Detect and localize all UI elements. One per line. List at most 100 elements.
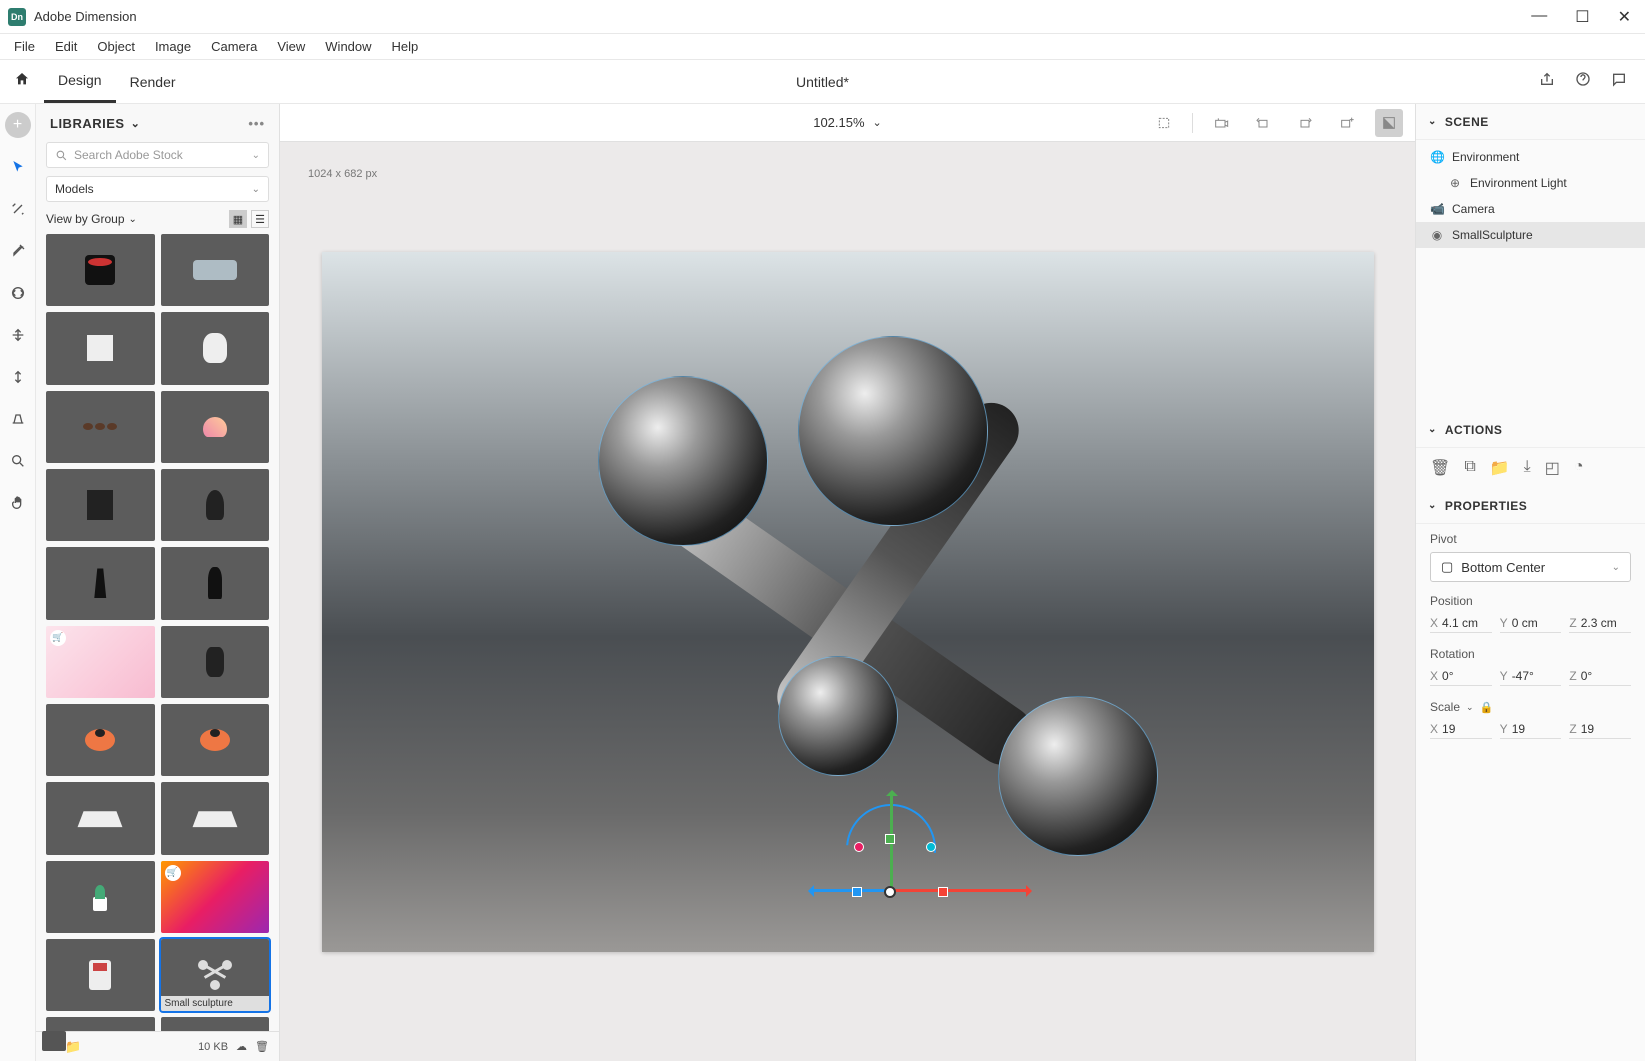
list-view-toggle[interactable]: ☰ [251, 210, 269, 228]
thumb-gradient-sunset[interactable]: 🛒 [161, 861, 270, 933]
thumb-sofa[interactable] [161, 234, 270, 306]
thumb-ladybug-2[interactable] [161, 704, 270, 776]
scene-item-environment-light[interactable]: ⊕ Environment Light [1416, 170, 1645, 196]
rotation-z-input[interactable]: Z0° [1569, 669, 1631, 686]
more-options-icon[interactable]: ••• [248, 116, 265, 131]
zoom-control[interactable]: 102.15% ⌄ [813, 115, 882, 130]
folder-icon[interactable]: 📁 [65, 1039, 81, 1055]
right-panel: ⌄ SCENE 🌐 Environment ⊕ Environment Ligh… [1415, 104, 1645, 1061]
maximize-button[interactable]: ☐ [1575, 7, 1589, 27]
duplicate-action-icon[interactable]: ⧉ [1464, 458, 1475, 478]
scale-x-input[interactable]: X19 [1430, 722, 1492, 739]
close-button[interactable]: ✕ [1618, 7, 1631, 27]
thumb-orange-sphere[interactable] [46, 1017, 155, 1031]
camera-undo-icon[interactable] [1249, 109, 1277, 137]
small-sculpture-object[interactable] [568, 336, 1128, 896]
actions-section-header[interactable]: ⌄ ACTIONS [1416, 412, 1645, 448]
camera-bookmark-icon[interactable] [1207, 109, 1235, 137]
position-y-input[interactable]: Y0 cm [1500, 616, 1562, 633]
dolly-tool[interactable] [5, 364, 31, 390]
menu-edit[interactable]: Edit [45, 39, 87, 54]
scene-item-smallsculpture[interactable]: ◉ SmallSculpture [1416, 222, 1645, 248]
render-preview-toggle[interactable] [1375, 109, 1403, 137]
frame-all-icon[interactable] [1150, 109, 1178, 137]
menu-camera[interactable]: Camera [201, 39, 267, 54]
perspective-tool[interactable] [5, 406, 31, 432]
scene-item-camera[interactable]: 📹 Camera [1416, 196, 1645, 222]
menu-window[interactable]: Window [315, 39, 381, 54]
thumb-box[interactable] [46, 312, 155, 384]
asset-grid[interactable]: 🛒🛒Small sculpture [36, 234, 279, 1031]
thumb-mug[interactable] [46, 234, 155, 306]
thumb-cabinet[interactable] [46, 469, 155, 541]
thumb-lamp[interactable] [46, 547, 155, 619]
scale-z-input[interactable]: Z19 [1569, 722, 1631, 739]
help-icon[interactable] [1575, 71, 1591, 92]
cloud-icon[interactable]: ☁ [236, 1040, 247, 1053]
camera-redo-icon[interactable] [1291, 109, 1319, 137]
scene-section-header[interactable]: ⌄ SCENE [1416, 104, 1645, 140]
menu-file[interactable]: File [4, 39, 45, 54]
minimize-button[interactable]: — [1531, 7, 1547, 27]
thumb-gradient-pink[interactable]: 🛒 [46, 626, 155, 698]
share-icon[interactable] [1539, 71, 1555, 92]
scene-item-environment[interactable]: 🌐 Environment [1416, 144, 1645, 170]
camera-add-icon[interactable] [1333, 109, 1361, 137]
delete-action-icon[interactable]: 🗑 [1430, 458, 1450, 478]
thumb-small-sculpture[interactable]: Small sculpture [161, 939, 270, 1011]
pivot-select[interactable]: ▢ Bottom Center ⌄ [1430, 552, 1631, 582]
select-tool[interactable] [5, 154, 31, 180]
position-z-input[interactable]: Z2.3 cm [1569, 616, 1631, 633]
delete-icon[interactable]: 🗑 [255, 1040, 269, 1053]
thumb-ladybug-1[interactable] [46, 704, 155, 776]
hand-tool[interactable] [5, 490, 31, 516]
menu-view[interactable]: View [267, 39, 315, 54]
lock-icon[interactable]: 🔒 [1480, 701, 1494, 714]
thumb-plane-2[interactable] [161, 782, 270, 854]
magic-wand-tool[interactable] [5, 196, 31, 222]
ground-action-icon[interactable]: ⤓ [1524, 458, 1531, 478]
thumb-coffee-beans[interactable] [46, 391, 155, 463]
thumb-mannequin[interactable] [161, 547, 270, 619]
thumb-capsule[interactable] [161, 469, 270, 541]
align-action-icon[interactable]: ◰ [1545, 458, 1560, 478]
view-by-label[interactable]: View by Group [46, 212, 125, 226]
add-content-button[interactable]: + [5, 112, 31, 138]
tab-design[interactable]: Design [44, 60, 116, 103]
orbit-tool[interactable] [5, 280, 31, 306]
thumb-robot[interactable] [46, 939, 155, 1011]
thumb-plant[interactable] [46, 861, 155, 933]
thumb-shell[interactable] [161, 391, 270, 463]
home-icon[interactable] [0, 71, 44, 92]
thumb-plane-1[interactable] [46, 782, 155, 854]
feedback-icon[interactable] [1611, 71, 1627, 92]
zoom-tool[interactable] [5, 448, 31, 474]
menu-object[interactable]: Object [87, 39, 145, 54]
tab-render[interactable]: Render [116, 60, 190, 103]
thumb-bear[interactable] [161, 312, 270, 384]
scale-row: X19 Y19 Z19 [1416, 716, 1645, 745]
chevron-down-icon[interactable]: ⌄ [1466, 702, 1474, 713]
content-panel-toggle[interactable] [42, 1031, 66, 1051]
menu-help[interactable]: Help [382, 39, 429, 54]
position-x-input[interactable]: X4.1 cm [1430, 616, 1492, 633]
grid-view-toggle[interactable]: ▦ [229, 210, 247, 228]
properties-section-header[interactable]: ⌄ PROPERTIES [1416, 488, 1645, 524]
viewport[interactable] [322, 252, 1374, 952]
zoom-value: 102.15% [813, 115, 864, 130]
app-icon: Dn [8, 8, 26, 26]
menu-image[interactable]: Image [145, 39, 201, 54]
scale-y-input[interactable]: Y19 [1500, 722, 1562, 739]
material-action-icon[interactable]: ◔ [1574, 458, 1584, 478]
search-input[interactable]: Search Adobe Stock ⌄ [46, 142, 269, 168]
thumb-yellow-flowers[interactable] [161, 1017, 270, 1031]
filter-dropdown[interactable]: Models ⌄ [46, 176, 269, 202]
thumb-statue[interactable] [161, 626, 270, 698]
move-tool[interactable] [5, 322, 31, 348]
canvas-body[interactable]: 1024 x 682 px [280, 142, 1415, 1061]
eyedropper-tool[interactable] [5, 238, 31, 264]
rotation-x-input[interactable]: X0° [1430, 669, 1492, 686]
rotation-y-input[interactable]: Y-47° [1500, 669, 1562, 686]
libraries-header[interactable]: LIBRARIES ⌄ ••• [36, 104, 279, 142]
group-action-icon[interactable]: 📁 [1490, 458, 1510, 478]
